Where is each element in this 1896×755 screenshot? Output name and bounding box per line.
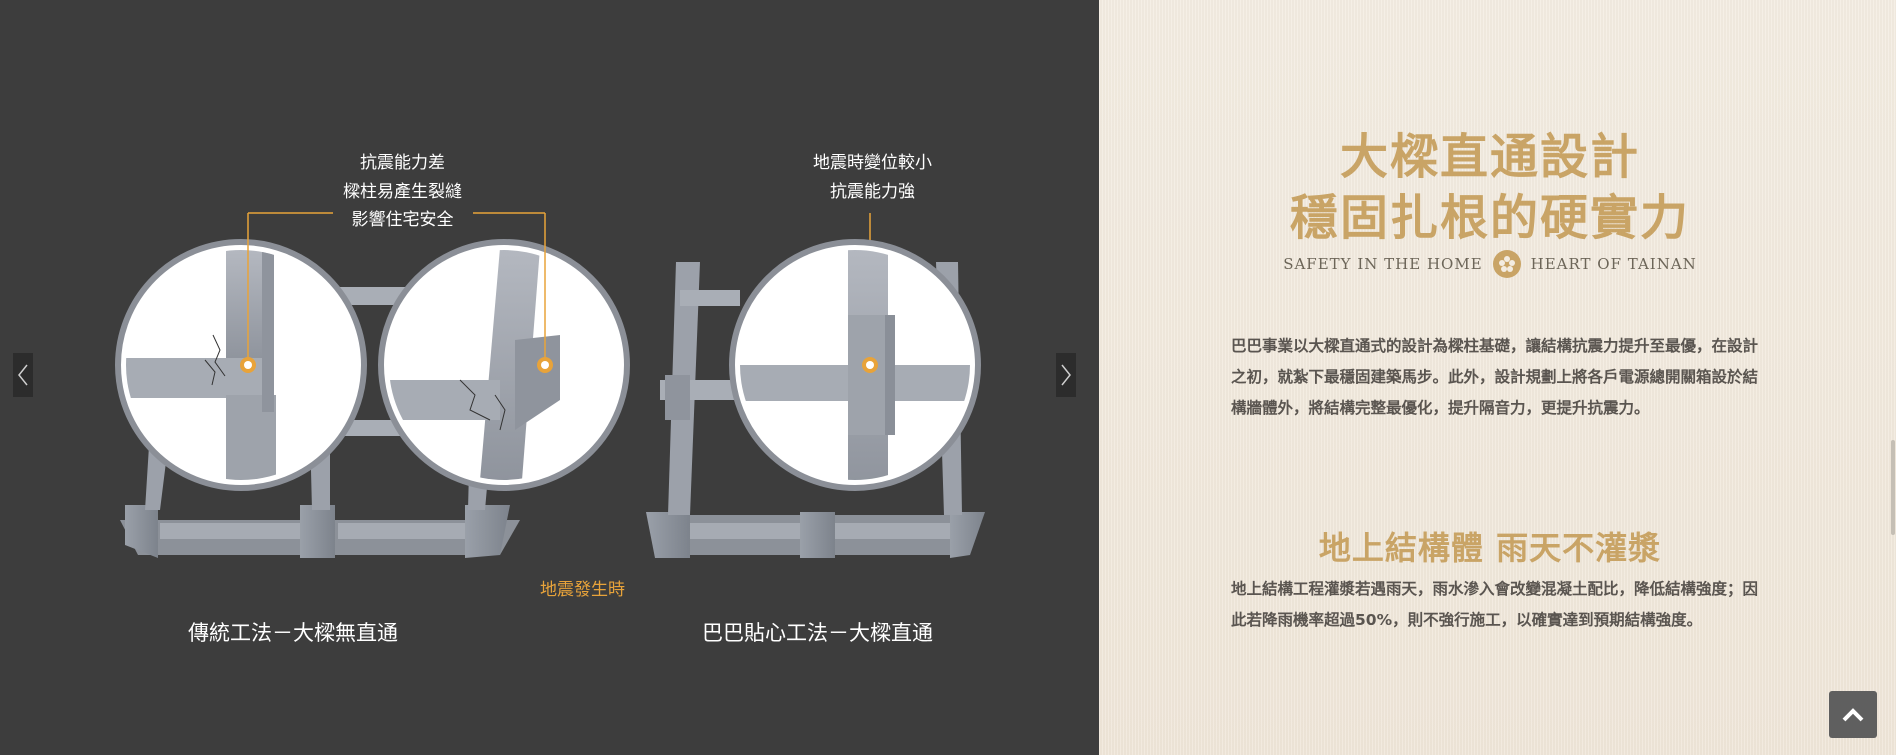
slider-next-button[interactable] [1056,353,1076,397]
callout-line: 影響住宅安全 [351,210,454,230]
tagline: SAFETY IN THE HOME HEART OF TAINAN [1160,250,1820,278]
traditional-caption: 傳統工法－大樑無直通 [188,621,398,645]
back-to-top-button[interactable] [1829,691,1877,738]
heading-line-2: 穩固扎根的硬實力 [1289,190,1690,246]
tagline-left: SAFETY IN THE HOME [1283,255,1483,273]
chevron-left-icon [18,364,28,386]
chevron-up-icon [1842,707,1864,721]
callout-line: 抗震能力差 [360,153,445,173]
beam-structure-diagram [115,212,985,558]
construction-slider: 抗震能力差 樑柱易產生裂縫 影響住宅安全 地震時變位較小 抗震能力強 地震發生時… [0,0,1099,755]
tagline-right: HEART OF TAINAN [1530,255,1697,273]
subheading: 地上結構體 雨天不灌漿 [1318,529,1662,567]
traditional-callout: 抗震能力差 樑柱易產生裂縫 影響住宅安全 [320,149,485,235]
slider-prev-button[interactable] [13,353,33,397]
baba-caption: 巴巴貼心工法－大樑直通 [702,621,933,645]
flower-emblem-icon [1492,250,1521,278]
magnifier-baba [729,239,981,491]
earthquake-label: 地震發生時 [540,580,625,600]
intro-paragraph: 巴巴事業以大樑直通式的設計為樑柱基礎，讓結構抗震力提升至最優，在設計之初，就紮下… [1231,337,1759,417]
rain-paragraph: 地上結構工程灌漿若遇雨天，雨水滲入會改變混凝土配比，降低結構強度；因此若降雨機率… [1231,580,1759,629]
callout-line: 地震時變位較小 [813,153,932,173]
chevron-right-icon [1061,364,1071,386]
scrollbar[interactable] [1891,440,1895,535]
magnifier-traditional-2 [378,213,630,491]
heading-line-1: 大樑直通設計 [1339,129,1640,185]
page: 抗震能力差 樑柱易產生裂縫 影響住宅安全 地震時變位較小 抗震能力強 地震發生時… [0,0,1896,755]
baba-callout: 地震時變位較小 抗震能力強 [790,149,955,206]
callout-line: 樑柱易產生裂縫 [343,181,462,202]
callout-line: 抗震能力強 [830,181,915,202]
